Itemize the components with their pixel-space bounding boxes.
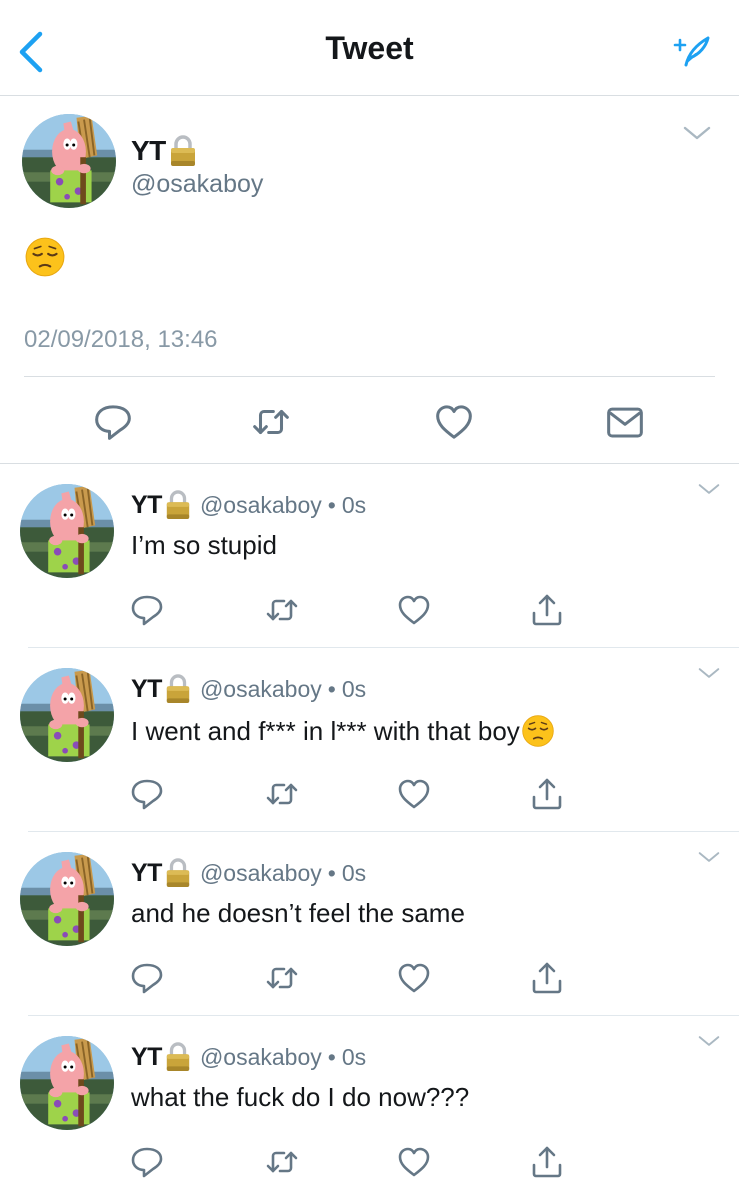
reply-icon[interactable] xyxy=(129,960,165,996)
retweet-icon[interactable] xyxy=(264,592,300,628)
lock-icon xyxy=(164,858,192,888)
author-handle: @osakaboy xyxy=(199,1043,322,1070)
heart-icon[interactable] xyxy=(433,401,475,443)
reply-tweet[interactable]: YT @osakaboy • 0s I’m so stupid xyxy=(0,464,739,648)
pensive-face-icon xyxy=(24,236,66,278)
reply-tweet[interactable]: YT @osakaboy • 0s I went and f*** in l**… xyxy=(0,648,739,832)
avatar[interactable] xyxy=(20,484,114,578)
reply-header: YT @osakaboy • 0s xyxy=(131,1040,366,1074)
author-name: YT xyxy=(131,135,166,166)
lock-icon xyxy=(168,135,198,167)
reply-text: I went and f*** in l*** with that boy xyxy=(131,714,555,748)
reply-tweet[interactable]: YT @osakaboy • 0s what the fuck do I do … xyxy=(0,1016,739,1200)
pensive-face-icon xyxy=(521,714,555,748)
chevron-down-icon[interactable] xyxy=(696,482,722,496)
lock-icon xyxy=(164,490,192,520)
reply-text: I’m so stupid xyxy=(131,530,277,561)
chevron-down-icon[interactable] xyxy=(696,666,722,680)
heart-icon[interactable] xyxy=(396,1144,432,1180)
share-icon[interactable] xyxy=(529,776,565,812)
share-icon[interactable] xyxy=(529,592,565,628)
chevron-down-icon[interactable] xyxy=(696,1034,722,1048)
separator-dot: • xyxy=(327,675,336,702)
separator-dot: • xyxy=(327,1043,336,1070)
avatar[interactable] xyxy=(20,1036,114,1130)
reply-time: 0s xyxy=(341,1043,367,1070)
page-title: Tweet xyxy=(325,30,414,66)
retweet-icon[interactable] xyxy=(264,776,300,812)
nav-bar: Tweet xyxy=(0,0,739,96)
author-handle: @osakaboy xyxy=(199,859,322,886)
share-icon[interactable] xyxy=(529,960,565,996)
avatar[interactable] xyxy=(22,114,116,208)
heart-icon[interactable] xyxy=(396,776,432,812)
heart-icon[interactable] xyxy=(396,592,432,628)
reply-icon[interactable] xyxy=(129,1144,165,1180)
avatar[interactable] xyxy=(20,852,114,946)
share-icon[interactable] xyxy=(529,1144,565,1180)
avatar[interactable] xyxy=(20,668,114,762)
lock-icon xyxy=(164,1042,192,1072)
direct-message-icon[interactable] xyxy=(604,401,646,443)
reply-icon[interactable] xyxy=(92,401,134,443)
retweet-icon[interactable] xyxy=(250,401,292,443)
reply-text-content: and he doesn’t feel the same xyxy=(131,898,465,928)
reply-icon[interactable] xyxy=(129,776,165,812)
reply-time: 0s xyxy=(341,859,367,886)
heart-icon[interactable] xyxy=(396,960,432,996)
chevron-down-icon[interactable] xyxy=(696,850,722,864)
main-tweet: YT @osakaboy 02/09/2018, 13:46 xyxy=(0,96,739,464)
reply-text-content: I’m so stupid xyxy=(131,530,277,560)
reply-header: YT @osakaboy • 0s xyxy=(131,488,366,522)
reply-header: YT @osakaboy • 0s xyxy=(131,672,366,706)
author-handle: @osakaboy xyxy=(199,491,322,518)
separator-dot: • xyxy=(327,859,336,886)
author-row[interactable]: YT xyxy=(131,134,198,168)
divider xyxy=(24,376,715,377)
retweet-icon[interactable] xyxy=(264,1144,300,1180)
author-name: YT xyxy=(131,858,162,887)
reply-text-content: I went and f*** in l*** with that boy xyxy=(131,715,520,746)
author-name: YT xyxy=(131,674,162,703)
author-handle: @osakaboy xyxy=(199,675,322,702)
author-handle: @osakaboy xyxy=(131,170,264,198)
separator-dot: • xyxy=(327,491,336,518)
retweet-icon[interactable] xyxy=(264,960,300,996)
reply-time: 0s xyxy=(341,675,367,702)
reply-time: 0s xyxy=(341,491,367,518)
tweet-timestamp: 02/09/2018, 13:46 xyxy=(24,326,218,353)
compose-sparkle-icon[interactable] xyxy=(672,34,712,68)
author-name: YT xyxy=(131,490,162,519)
author-name: YT xyxy=(131,1042,162,1071)
chevron-down-icon[interactable] xyxy=(682,124,712,142)
reply-tweet[interactable]: YT @osakaboy • 0s and he doesn’t feel th… xyxy=(0,832,739,1016)
reply-text-content: what the fuck do I do now??? xyxy=(131,1082,470,1112)
reply-text: what the fuck do I do now??? xyxy=(131,1082,469,1113)
reply-header: YT @osakaboy • 0s xyxy=(131,856,366,890)
reply-text: and he doesn’t feel the same xyxy=(131,898,465,929)
lock-icon xyxy=(164,674,192,704)
reply-icon[interactable] xyxy=(129,592,165,628)
